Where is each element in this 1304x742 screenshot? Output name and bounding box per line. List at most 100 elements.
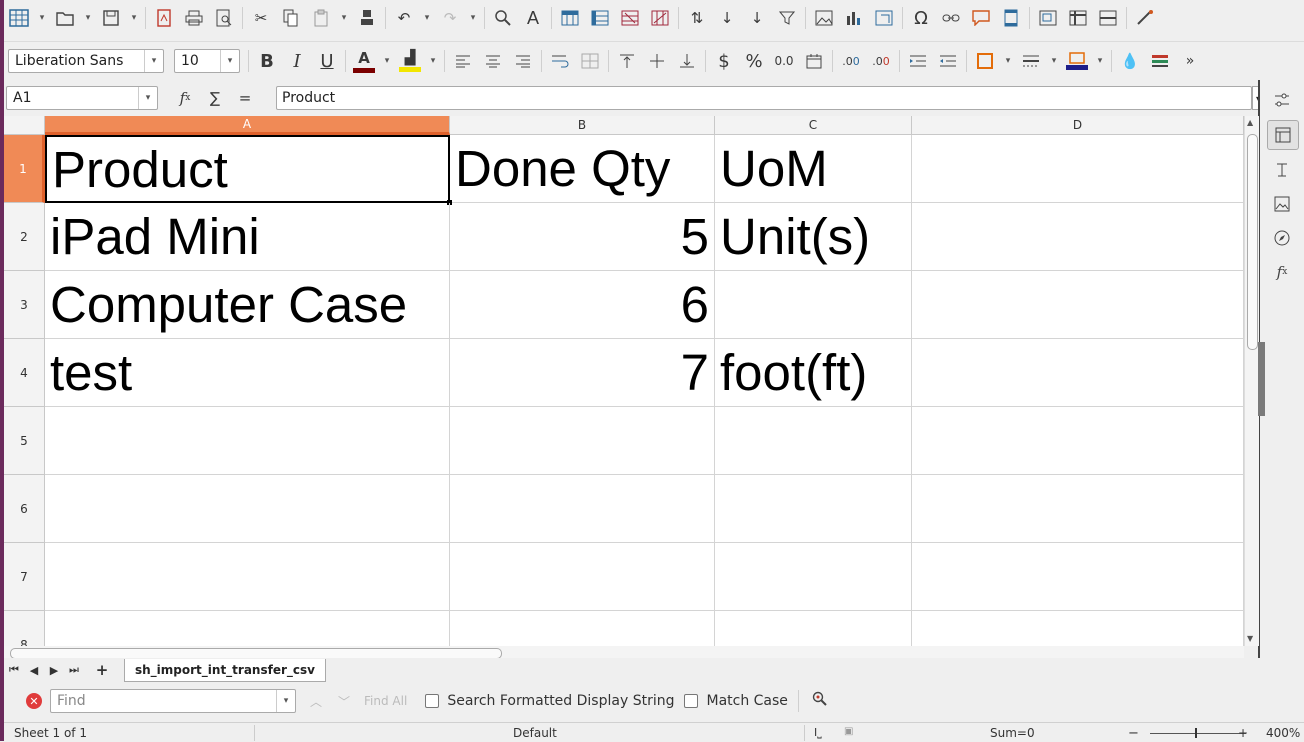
chevron-down-icon[interactable]: ▾ (379, 47, 395, 75)
cell-d3[interactable] (912, 271, 1244, 339)
cell-c6[interactable] (715, 475, 912, 543)
cell-a8[interactable] (45, 611, 450, 646)
insert-rows-icon[interactable] (615, 4, 645, 32)
hyperlink-icon[interactable] (936, 4, 966, 32)
chevron-down-icon[interactable]: ▾ (34, 4, 50, 32)
decrease-indent-icon[interactable] (933, 47, 963, 75)
sidebar-gallery-icon[interactable] (1267, 190, 1297, 218)
cell-d1[interactable] (912, 135, 1244, 203)
conditional-format-icon[interactable]: 💧 (1115, 47, 1145, 75)
insert-columns-icon[interactable] (645, 4, 675, 32)
cell-c4[interactable]: foot(ft) (715, 339, 912, 407)
sidebar-collapse-handle[interactable] (1258, 342, 1265, 416)
more-options-icon[interactable]: » (1175, 47, 1205, 75)
show-draw-functions-icon[interactable] (1130, 4, 1160, 32)
select-all-corner[interactable] (4, 116, 45, 135)
cell-a2[interactable]: iPad Mini (45, 203, 450, 271)
cut-icon[interactable]: ✂ (246, 4, 276, 32)
align-bottom-icon[interactable] (672, 47, 702, 75)
chevron-down-icon[interactable]: ▾ (465, 4, 481, 32)
cell-d7[interactable] (912, 543, 1244, 611)
scroll-down-icon[interactable]: ▼ (1247, 634, 1253, 643)
pivot-table-icon[interactable] (869, 4, 899, 32)
new-spreadsheet-icon[interactable] (4, 4, 34, 32)
align-middle-icon[interactable] (642, 47, 672, 75)
increase-indent-icon[interactable] (903, 47, 933, 75)
cell-d8[interactable] (912, 611, 1244, 646)
cell-a4[interactable]: test (45, 339, 450, 407)
clone-formatting-icon[interactable] (352, 4, 382, 32)
sort-descending-icon[interactable]: ↓ (742, 4, 772, 32)
delete-decimal-icon[interactable]: .0 0 (866, 47, 896, 75)
open-icon[interactable] (50, 4, 80, 32)
row-header-1[interactable]: 1 (4, 135, 45, 203)
export-pdf-icon[interactable] (149, 4, 179, 32)
save-icon[interactable] (96, 4, 126, 32)
chevron-down-icon[interactable]: ▾ (425, 47, 441, 75)
cell-b5[interactable] (450, 407, 715, 475)
background-color-icon[interactable] (1062, 47, 1092, 75)
close-find-bar-icon[interactable]: ✕ (26, 693, 42, 709)
column-header-d[interactable]: D (912, 116, 1244, 135)
chevron-down-icon[interactable]: ▾ (126, 4, 142, 32)
add-sheet-icon[interactable]: + (92, 661, 112, 679)
sidebar-properties-icon[interactable] (1267, 120, 1299, 150)
selection-mode-icon[interactable]: I⎵ (814, 726, 822, 740)
sum-display[interactable]: Sum=0 (990, 726, 1035, 740)
find-next-icon[interactable]: ﹀ (338, 693, 350, 710)
zoom-level[interactable]: 400% (1266, 726, 1300, 740)
vertical-scrollbar[interactable]: ▲ ▼ (1244, 116, 1259, 646)
special-character-icon[interactable]: Ω (906, 4, 936, 32)
zoom-out-icon[interactable]: − (1128, 726, 1139, 741)
cell-a1[interactable]: Product (45, 135, 450, 203)
cell-d2[interactable] (912, 203, 1244, 271)
formula-input[interactable]: Product (276, 86, 1252, 110)
cell-b8[interactable] (450, 611, 715, 646)
scroll-up-icon[interactable]: ▲ (1247, 118, 1253, 127)
row-header-2[interactable]: 2 (4, 203, 45, 271)
border-style-icon[interactable] (1016, 47, 1046, 75)
cell-a7[interactable] (45, 543, 450, 611)
row-header-8[interactable]: 8 (4, 611, 45, 646)
checkbox-box[interactable] (684, 694, 699, 708)
cell-d5[interactable] (912, 407, 1244, 475)
column-icon[interactable] (585, 4, 615, 32)
cell-c5[interactable] (715, 407, 912, 475)
row-header-5[interactable]: 5 (4, 407, 45, 475)
date-format-icon[interactable] (799, 47, 829, 75)
previous-sheet-icon[interactable]: ◀ (24, 664, 44, 677)
insert-image-icon[interactable] (809, 4, 839, 32)
print-icon[interactable] (179, 4, 209, 32)
cell-d4[interactable] (912, 339, 1244, 407)
zoom-in-icon[interactable]: + (1238, 726, 1248, 740)
zoom-slider[interactable] (1150, 733, 1246, 734)
font-color-icon[interactable]: A (349, 47, 379, 75)
highlight-color-icon[interactable]: ▟ (395, 47, 425, 75)
add-decimal-icon[interactable]: .0 0 (836, 47, 866, 75)
find-all-button[interactable]: Find All (364, 694, 407, 708)
column-header-c[interactable]: C (715, 116, 912, 135)
row-header-7[interactable]: 7 (4, 543, 45, 611)
sidebar-navigator-icon[interactable] (1267, 224, 1297, 252)
first-sheet-icon[interactable]: ⏮ (4, 663, 24, 677)
column-header-b[interactable]: B (450, 116, 715, 135)
cell-c7[interactable] (715, 543, 912, 611)
last-sheet-icon[interactable]: ⏭ (64, 663, 84, 677)
formula-icon[interactable]: = (230, 84, 260, 112)
cell-b4[interactable]: 7 (450, 339, 715, 407)
align-right-icon[interactable] (508, 47, 538, 75)
name-box[interactable]: A1 ▾ (6, 86, 158, 110)
cell-c8[interactable] (715, 611, 912, 646)
checkbox-box[interactable] (425, 694, 440, 708)
find-replace-icon[interactable] (488, 4, 518, 32)
cell-c1[interactable]: UoM (715, 135, 912, 203)
font-name-select[interactable]: Liberation Sans ▾ (8, 49, 164, 73)
undo-icon[interactable]: ↶ (389, 4, 419, 32)
chevron-down-icon[interactable]: ▾ (220, 50, 239, 72)
vertical-scroll-thumb[interactable] (1247, 134, 1258, 350)
align-center-icon[interactable] (478, 47, 508, 75)
split-window-icon[interactable] (1093, 4, 1123, 32)
align-top-icon[interactable] (612, 47, 642, 75)
page-style[interactable]: Default (513, 726, 557, 740)
match-case-checkbox[interactable]: Match Case (684, 693, 788, 709)
